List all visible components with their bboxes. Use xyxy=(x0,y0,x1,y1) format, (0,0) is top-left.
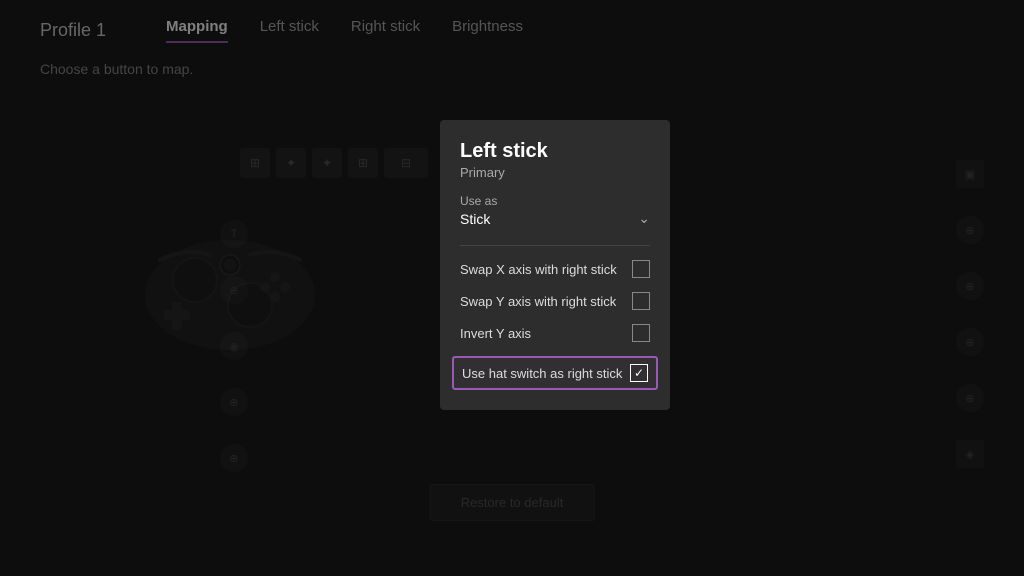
invert-y-label: Invert Y axis xyxy=(460,326,531,341)
swap-y-label: Swap Y axis with right stick xyxy=(460,294,616,309)
hat-switch-label: Use hat switch as right stick xyxy=(462,366,622,381)
modal-title: Left stick xyxy=(460,140,650,163)
option-hat-switch[interactable]: Use hat switch as right stick ✓ xyxy=(452,356,658,390)
hat-switch-checkbox[interactable]: ✓ xyxy=(630,364,648,382)
use-as-value: Stick xyxy=(460,211,490,227)
option-swap-y[interactable]: Swap Y axis with right stick xyxy=(460,292,650,310)
option-swap-x[interactable]: Swap X axis with right stick xyxy=(460,260,650,278)
use-as-label: Use as xyxy=(460,194,650,208)
modal-left-stick: Left stick Primary Use as Stick ⌄ Swap X… xyxy=(440,120,670,410)
invert-y-checkbox[interactable] xyxy=(632,324,650,342)
chevron-down-icon: ⌄ xyxy=(638,210,650,227)
modal-primary-label: Primary xyxy=(460,165,650,180)
swap-x-label: Swap X axis with right stick xyxy=(460,262,617,277)
modal-divider xyxy=(460,245,650,246)
swap-y-checkbox[interactable] xyxy=(632,292,650,310)
use-as-dropdown[interactable]: Stick ⌄ xyxy=(460,210,650,227)
option-invert-y[interactable]: Invert Y axis xyxy=(460,324,650,342)
swap-x-checkbox[interactable] xyxy=(632,260,650,278)
